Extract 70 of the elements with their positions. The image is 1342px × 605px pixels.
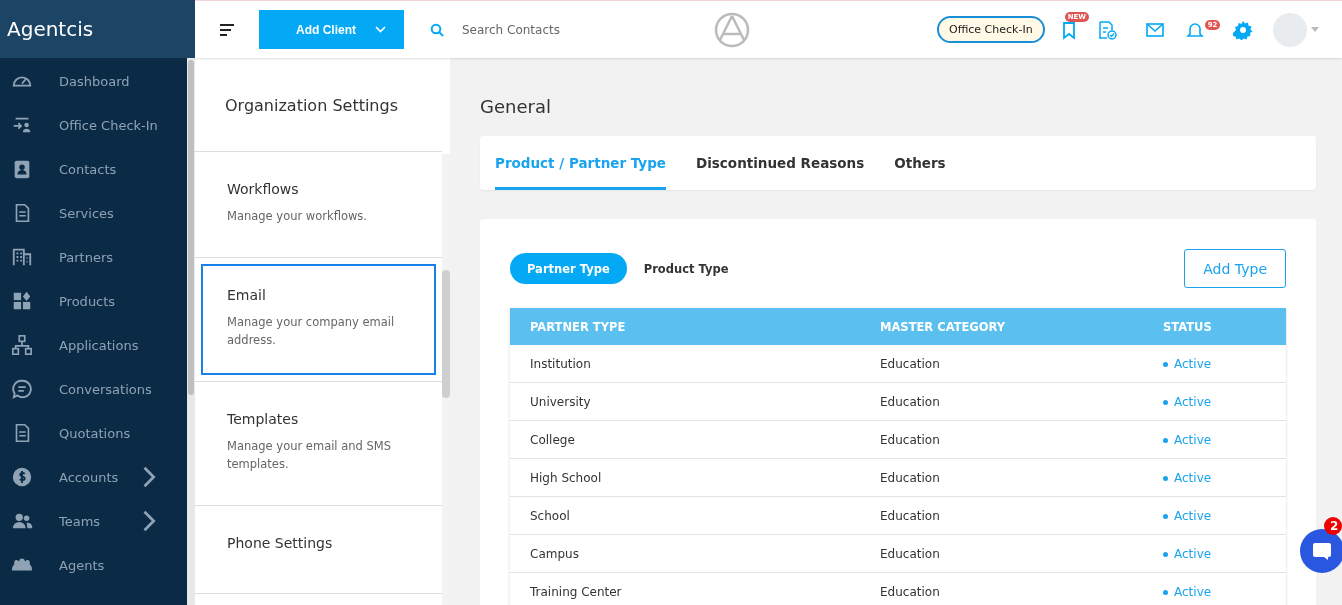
scrollbar-thumb[interactable] (188, 60, 194, 395)
table-cell: Education (860, 382, 1143, 421)
table-cell: Education (860, 572, 1143, 605)
nav-item[interactable]: Agents (0, 543, 187, 587)
type-toggle-option[interactable]: Product Type (626, 253, 746, 284)
table-cell: Education (860, 420, 1143, 459)
table-cell: Education (860, 458, 1143, 497)
tab[interactable]: Others (894, 136, 946, 190)
table-cell: Campus (510, 534, 860, 573)
panel-title: Organization Settings (195, 58, 442, 152)
table-cell: Training Center (510, 572, 860, 605)
column-header: STATUS (1143, 308, 1286, 345)
nav-item[interactable]: Quotations (0, 411, 187, 455)
search-icon[interactable] (430, 22, 444, 37)
table-cell: Education (860, 345, 1143, 383)
column-header: PARTNER TYPE (510, 308, 860, 345)
status-label: Active (1163, 509, 1212, 524)
table-cell: Education (860, 534, 1143, 573)
status-dot (1163, 475, 1168, 481)
nav-item[interactable]: Conversations (0, 367, 187, 411)
nav-item[interactable]: Dashboard (0, 59, 187, 103)
app-logo[interactable]: Agentcis (0, 0, 195, 58)
hierarchy-icon (11, 334, 33, 356)
nav-item[interactable]: Office Check-In (0, 103, 187, 147)
chat-badge: 2 (1324, 517, 1342, 535)
tab[interactable]: Discontinued Reasons (696, 136, 865, 190)
settings-item[interactable]: Templates Manage your email and SMS templates. (201, 388, 436, 499)
status-dot (1163, 551, 1168, 557)
blocks-icon (11, 290, 33, 312)
caret-icon[interactable] (1310, 27, 1319, 32)
checklist-icon[interactable] (1096, 19, 1117, 40)
chevron-down-icon (375, 26, 386, 33)
settings-item[interactable]: Phone Settings (201, 512, 436, 587)
chat-bubble-icon (1312, 542, 1332, 561)
status-dot (1163, 513, 1168, 519)
status-label: Active (1163, 585, 1212, 600)
office-check-in-button[interactable]: Office Check-In (937, 16, 1045, 43)
status-dot (1163, 361, 1168, 367)
chat-bubble-icon (11, 378, 33, 400)
table-cell: High School (510, 458, 860, 497)
table-cell: Education (860, 496, 1143, 535)
settings-icon[interactable] (1232, 19, 1253, 40)
status-label: Active (1163, 395, 1212, 410)
nav-item[interactable]: Contacts (0, 147, 187, 191)
status-label: Active (1163, 357, 1212, 372)
circle-logo-icon (714, 11, 750, 48)
nav-item[interactable]: Applications (0, 323, 187, 367)
table-cell: Institution (510, 345, 860, 383)
status-label: Active (1163, 433, 1212, 448)
nav-item[interactable]: Products (0, 279, 187, 323)
nav-item[interactable]: Partners (0, 235, 187, 279)
nav-item[interactable]: Teams (0, 499, 187, 543)
column-header: MASTER CATEGORY (860, 308, 1143, 345)
settings-item[interactable]: Workflows Manage your workflows. (201, 158, 436, 251)
nav-item[interactable]: Accounts (0, 455, 187, 499)
nav-item[interactable]: Services (0, 191, 187, 235)
page-title: General (480, 95, 552, 119)
status-dot (1163, 589, 1168, 595)
status-label: Active (1163, 471, 1212, 486)
status-dot (1163, 437, 1168, 443)
table-cell: School (510, 496, 860, 535)
status-dot (1163, 399, 1168, 405)
dollar-icon (11, 466, 33, 488)
menu-icon[interactable] (219, 22, 235, 37)
table-cell: University (510, 382, 860, 421)
scrollbar-thumb[interactable] (442, 270, 450, 398)
table-cell: College (510, 420, 860, 459)
building-icon (11, 246, 33, 268)
settings-item[interactable]: Email Manage your company email address. (201, 264, 436, 375)
status-label: Active (1163, 547, 1212, 562)
